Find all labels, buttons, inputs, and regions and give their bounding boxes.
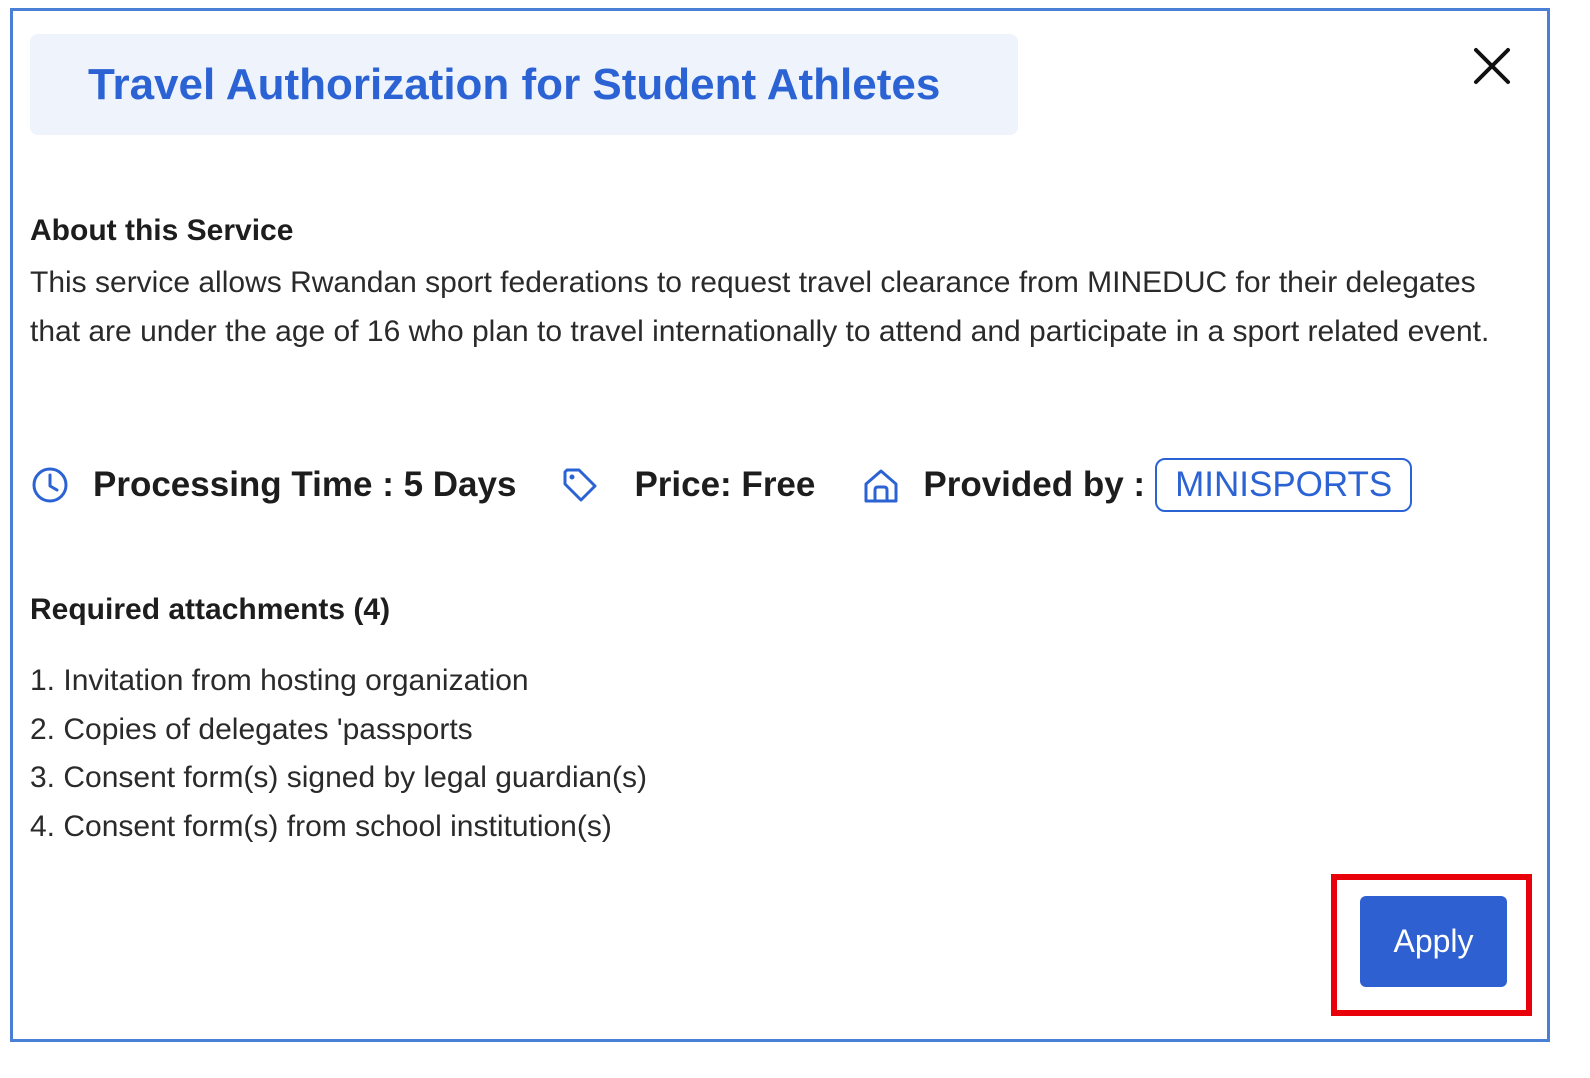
clock-icon (30, 465, 70, 505)
modal-title: Travel Authorization for Student Athlete… (88, 59, 941, 109)
home-icon (861, 465, 901, 505)
close-icon (1474, 48, 1510, 84)
list-item: 3. Consent form(s) signed by legal guard… (30, 761, 647, 794)
attachments-list: 1. Invitation from hosting organization … (30, 657, 647, 851)
list-item: 1. Invitation from hosting organization (30, 664, 529, 697)
processing-time: Processing Time : 5 Days (93, 465, 517, 504)
apply-button[interactable]: Apply (1360, 896, 1507, 987)
attachments-heading: Required attachments (4) (30, 593, 391, 626)
service-meta-row: Processing Time : 5 Days Price: Free Pro… (30, 457, 1413, 513)
price-label: Price: Free (634, 465, 816, 504)
modal-title-box: Travel Authorization for Student Athlete… (30, 34, 1018, 135)
list-item: 4. Consent form(s) from school instituti… (30, 809, 612, 843)
about-description: This service allows Rwandan sport federa… (30, 266, 1490, 348)
about-heading: About this Service (30, 214, 294, 247)
service-detail-modal: Travel Authorization for Student Athlete… (10, 8, 1550, 1042)
list-item: 2. Copies of delegates 'passports (30, 712, 473, 746)
tag-icon (560, 465, 600, 505)
provider-chip[interactable]: MINISPORTS (1155, 458, 1413, 512)
close-button[interactable] (1471, 45, 1513, 87)
provided-by-label: Provided by : (923, 465, 1146, 504)
